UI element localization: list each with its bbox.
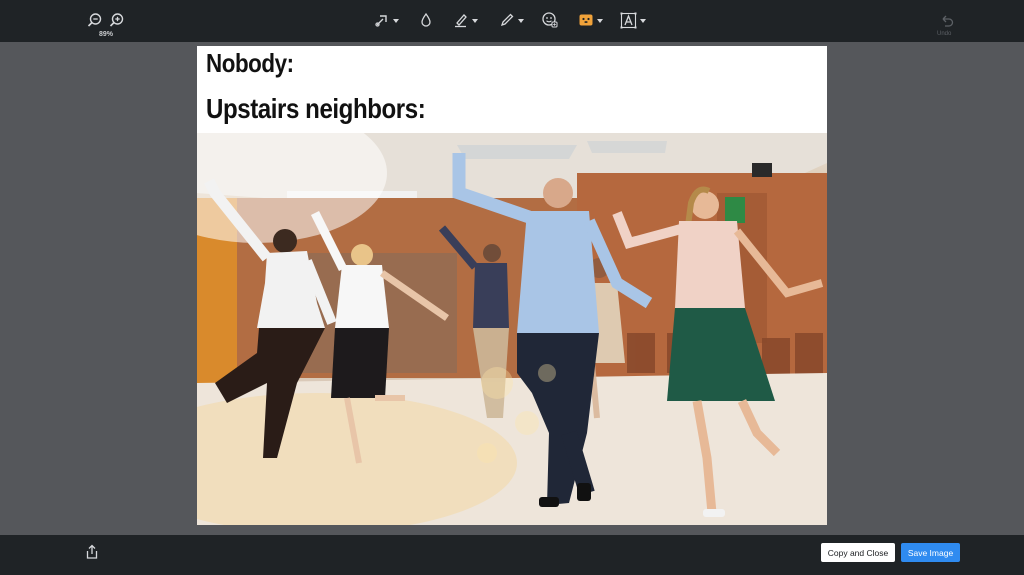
share-button[interactable] xyxy=(84,544,100,565)
caption-line-1: Nobody: xyxy=(206,48,294,78)
undo-button[interactable] xyxy=(939,9,955,31)
pencil-tool-button[interactable] xyxy=(499,9,524,31)
arrow-tool-button[interactable] xyxy=(374,9,399,31)
zoom-out-icon xyxy=(87,13,102,27)
zoom-in-button[interactable] xyxy=(109,9,125,31)
pencil-icon xyxy=(500,13,514,27)
copy-and-close-button[interactable]: Copy and Close xyxy=(821,543,895,562)
chevron-down-icon xyxy=(472,19,478,23)
emoji-sticker-icon xyxy=(542,12,558,28)
chevron-down-icon xyxy=(518,19,524,23)
sticker-tool-button[interactable] xyxy=(541,9,559,31)
dancing-people-photo xyxy=(197,133,827,525)
chevron-down-icon xyxy=(640,19,646,23)
save-image-button[interactable]: Save Image xyxy=(901,543,960,562)
color-swatch-icon xyxy=(579,14,593,26)
chevron-down-icon xyxy=(597,19,603,23)
undo-label: Undo xyxy=(937,31,952,37)
arrow-tool-icon xyxy=(375,15,387,27)
text-tool-icon xyxy=(620,12,637,28)
color-picker-button[interactable] xyxy=(578,9,603,31)
blur-tool-button[interactable] xyxy=(419,9,433,31)
share-icon xyxy=(86,544,98,559)
highlighter-tool-button[interactable] xyxy=(453,9,478,31)
blur-drop-icon xyxy=(421,12,431,27)
zoom-in-icon xyxy=(109,13,124,27)
caption-line-2: Upstairs neighbors: xyxy=(206,93,426,124)
zoom-out-button[interactable] xyxy=(87,9,103,31)
zoom-level: 89% xyxy=(99,31,114,38)
highlighter-icon xyxy=(455,14,467,28)
photo-illustration xyxy=(197,133,827,525)
chevron-down-icon xyxy=(393,19,399,23)
undo-icon xyxy=(942,15,954,27)
top-toolbar: 89% Undo xyxy=(0,0,1024,42)
text-tool-button[interactable] xyxy=(620,9,646,31)
image-canvas[interactable]: Nobody: Upstairs neighbors: xyxy=(197,46,827,525)
